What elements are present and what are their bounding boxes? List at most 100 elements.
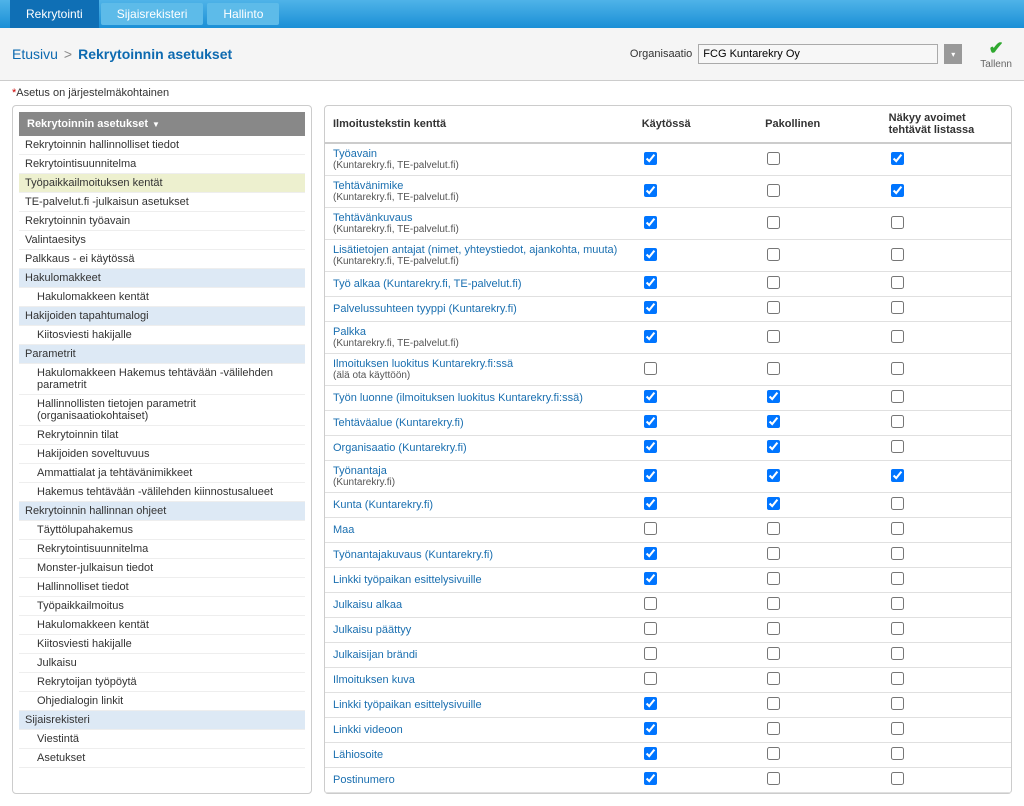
checkbox-required[interactable]: [767, 216, 780, 229]
sidebar-item[interactable]: Palkkaus - ei käytössä: [19, 250, 305, 269]
checkbox-in-use[interactable]: [644, 522, 657, 535]
sidebar-item[interactable]: Sijaisrekisteri: [19, 711, 305, 730]
checkbox-visible-list[interactable]: [891, 747, 904, 760]
topnav-item-2[interactable]: Hallinto: [207, 3, 279, 25]
sidebar-item[interactable]: Täyttölupahakemus: [19, 521, 305, 540]
checkbox-required[interactable]: [767, 248, 780, 261]
checkbox-in-use[interactable]: [644, 362, 657, 375]
sidebar-item[interactable]: Rekrytoinnin hallinnan ohjeet: [19, 502, 305, 521]
checkbox-in-use[interactable]: [644, 469, 657, 482]
sidebar-item[interactable]: Parametrit: [19, 345, 305, 364]
checkbox-required[interactable]: [767, 622, 780, 635]
checkbox-in-use[interactable]: [644, 747, 657, 760]
sidebar-item[interactable]: Työpaikkailmoitus: [19, 597, 305, 616]
checkbox-visible-list[interactable]: [891, 301, 904, 314]
sidebar-item[interactable]: Työpaikkailmoituksen kentät: [19, 174, 305, 193]
checkbox-in-use[interactable]: [644, 216, 657, 229]
checkbox-in-use[interactable]: [644, 184, 657, 197]
checkbox-visible-list[interactable]: [891, 330, 904, 343]
sidebar-header[interactable]: Rekrytoinnin asetukset ▼: [19, 112, 305, 136]
checkbox-in-use[interactable]: [644, 248, 657, 261]
checkbox-required[interactable]: [767, 330, 780, 343]
checkbox-visible-list[interactable]: [891, 469, 904, 482]
checkbox-required[interactable]: [767, 390, 780, 403]
checkbox-in-use[interactable]: [644, 497, 657, 510]
checkbox-in-use[interactable]: [644, 772, 657, 785]
sidebar-item[interactable]: Hallinnolliset tiedot: [19, 578, 305, 597]
sidebar-item[interactable]: Valintaesitys: [19, 231, 305, 250]
checkbox-visible-list[interactable]: [891, 276, 904, 289]
checkbox-in-use[interactable]: [644, 390, 657, 403]
checkbox-required[interactable]: [767, 152, 780, 165]
sidebar-item[interactable]: Hakulomakkeet: [19, 269, 305, 288]
checkbox-visible-list[interactable]: [891, 362, 904, 375]
checkbox-required[interactable]: [767, 301, 780, 314]
checkbox-in-use[interactable]: [644, 440, 657, 453]
checkbox-visible-list[interactable]: [891, 697, 904, 710]
checkbox-required[interactable]: [767, 572, 780, 585]
checkbox-in-use[interactable]: [644, 330, 657, 343]
checkbox-required[interactable]: [767, 722, 780, 735]
sidebar-item[interactable]: Julkaisu: [19, 654, 305, 673]
org-dropdown-button[interactable]: ▾: [944, 44, 962, 64]
checkbox-required[interactable]: [767, 597, 780, 610]
topnav-item-0[interactable]: Rekrytointi: [10, 0, 99, 28]
checkbox-required[interactable]: [767, 747, 780, 760]
sidebar-item[interactable]: Monster-julkaisun tiedot: [19, 559, 305, 578]
sidebar-item[interactable]: Hallinnollisten tietojen parametrit (org…: [19, 395, 305, 426]
checkbox-in-use[interactable]: [644, 152, 657, 165]
sidebar-item[interactable]: Hakulomakkeen kentät: [19, 616, 305, 635]
sidebar-item[interactable]: Rekrytoinnin työavain: [19, 212, 305, 231]
checkbox-in-use[interactable]: [644, 547, 657, 560]
sidebar-item[interactable]: Asetukset: [19, 749, 305, 768]
checkbox-visible-list[interactable]: [891, 597, 904, 610]
checkbox-required[interactable]: [767, 547, 780, 560]
checkbox-required[interactable]: [767, 276, 780, 289]
checkbox-visible-list[interactable]: [891, 772, 904, 785]
sidebar-item[interactable]: Rekrytointisuunnitelma: [19, 540, 305, 559]
sidebar-item[interactable]: Hakemus tehtävään -välilehden kiinnostus…: [19, 483, 305, 502]
checkbox-visible-list[interactable]: [891, 440, 904, 453]
sidebar-item[interactable]: Hakulomakkeen Hakemus tehtävään -välileh…: [19, 364, 305, 395]
checkbox-visible-list[interactable]: [891, 497, 904, 510]
checkbox-required[interactable]: [767, 672, 780, 685]
checkbox-required[interactable]: [767, 647, 780, 660]
checkbox-in-use[interactable]: [644, 572, 657, 585]
checkbox-in-use[interactable]: [644, 647, 657, 660]
checkbox-in-use[interactable]: [644, 597, 657, 610]
checkbox-visible-list[interactable]: [891, 647, 904, 660]
checkbox-visible-list[interactable]: [891, 572, 904, 585]
sidebar-item[interactable]: TE-palvelut.fi -julkaisun asetukset: [19, 193, 305, 212]
checkbox-required[interactable]: [767, 697, 780, 710]
checkbox-visible-list[interactable]: [891, 390, 904, 403]
checkbox-required[interactable]: [767, 362, 780, 375]
sidebar-item[interactable]: Ohjedialogin linkit: [19, 692, 305, 711]
checkbox-in-use[interactable]: [644, 622, 657, 635]
checkbox-in-use[interactable]: [644, 672, 657, 685]
checkbox-visible-list[interactable]: [891, 248, 904, 261]
checkbox-required[interactable]: [767, 415, 780, 428]
org-input[interactable]: [698, 44, 938, 64]
checkbox-in-use[interactable]: [644, 301, 657, 314]
checkbox-visible-list[interactable]: [891, 622, 904, 635]
sidebar-item[interactable]: Kiitosviesti hakijalle: [19, 635, 305, 654]
breadcrumb-home[interactable]: Etusivu: [12, 46, 58, 62]
sidebar-item[interactable]: Rekrytointisuunnitelma: [19, 155, 305, 174]
sidebar-item[interactable]: Hakijoiden tapahtumalogi: [19, 307, 305, 326]
checkbox-in-use[interactable]: [644, 276, 657, 289]
sidebar-item[interactable]: Rekrytoijan työpöytä: [19, 673, 305, 692]
sidebar-item[interactable]: Rekrytoinnin tilat: [19, 426, 305, 445]
checkbox-required[interactable]: [767, 440, 780, 453]
checkbox-in-use[interactable]: [644, 722, 657, 735]
checkbox-visible-list[interactable]: [891, 415, 904, 428]
sidebar-item[interactable]: Kiitosviesti hakijalle: [19, 326, 305, 345]
checkbox-visible-list[interactable]: [891, 216, 904, 229]
checkbox-required[interactable]: [767, 469, 780, 482]
sidebar-item[interactable]: Hakijoiden soveltuvuus: [19, 445, 305, 464]
checkbox-visible-list[interactable]: [891, 547, 904, 560]
checkbox-visible-list[interactable]: [891, 184, 904, 197]
sidebar-item[interactable]: Ammattialat ja tehtävänimikkeet: [19, 464, 305, 483]
checkbox-visible-list[interactable]: [891, 722, 904, 735]
sidebar-item[interactable]: Hakulomakkeen kentät: [19, 288, 305, 307]
checkbox-in-use[interactable]: [644, 415, 657, 428]
